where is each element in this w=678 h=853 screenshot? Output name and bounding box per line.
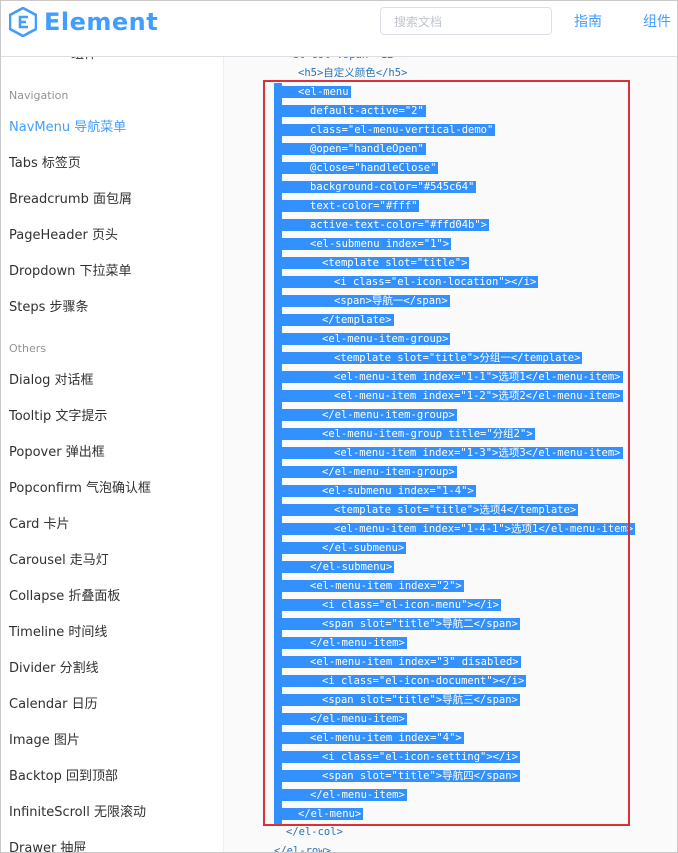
code-line-selected: default-active="2" [274, 102, 426, 121]
code-line-selected: <el-menu-item-group> [274, 330, 451, 349]
code-line-selected: <template slot="title"> [274, 254, 470, 273]
element-logo-icon [9, 7, 37, 37]
sidebar-item-tooltip[interactable]: Tooltip 文字提示 [9, 405, 107, 424]
code-line-selected: </el-menu-item> [274, 710, 407, 729]
sidebar-item-steps[interactable]: Steps 步骤条 [9, 296, 89, 315]
sidebar-item-carousel[interactable]: Carousel 走马灯 [9, 549, 109, 568]
sidebar-item-dialog[interactable]: Dialog 对话框 [9, 369, 94, 388]
top-navbar: Element 搜索文档 指南 组件 [1, 1, 677, 57]
sidebar-item-calendar[interactable]: Calendar 日历 [9, 693, 98, 712]
code-line-selected: </el-submenu> [274, 558, 395, 577]
logo[interactable]: Element [9, 5, 158, 39]
code-line-close-row: </el-row> [274, 845, 331, 853]
sidebar-scrollbar-track[interactable] [223, 57, 252, 852]
code-line-selected: @close="handleClose" [274, 159, 439, 178]
code-line-selected: <template slot="title">分组一</template> [274, 349, 583, 368]
sidebar-item-drawer[interactable]: Drawer 抽屉 [9, 837, 86, 852]
sidebar-item-tabs[interactable]: Tabs 标签页 [9, 152, 81, 171]
search-input[interactable]: 搜索文档 [380, 7, 552, 35]
code-line-selected: </el-menu-item> [274, 634, 407, 653]
sidebar-item-infinitescroll[interactable]: InfiniteScroll 无限滚动 [9, 801, 146, 820]
code-line-selected: </el-menu> [274, 805, 364, 824]
code-line-selected: <el-menu-item index="4"> [274, 729, 464, 748]
sidebar-item-navmenu[interactable]: NavMenu 导航菜单 [9, 116, 126, 135]
sidebar-group-others: Others [9, 342, 46, 355]
code-line-selected: </el-menu-item-group> [274, 406, 457, 425]
code-line-selected: <el-submenu index="1-4"> [274, 482, 476, 501]
sidebar-item-popover[interactable]: Popover 弹出框 [9, 441, 105, 460]
sidebar-item-breadcrumb[interactable]: Breadcrumb 面包屑 [9, 188, 132, 207]
code-block[interactable]: <el-col :span="12"> <h5>自定义颜色</h5> <el-m… [252, 57, 677, 853]
code-line-selected: @open="handleOpen" [274, 140, 426, 159]
code-line-selected: <el-menu [274, 83, 351, 102]
code-line-selected: <el-menu-item index="1-3">选项3</el-menu-i… [274, 444, 623, 463]
code-line-selected: <template slot="title">选项4</template> [274, 501, 579, 520]
code-line-selected: <span slot="title">导航二</span> [274, 615, 520, 634]
code-line-selected: active-text-color="#ffd04b"> [274, 216, 490, 235]
code-line-selected: <el-menu-item index="3" disabled> [274, 653, 521, 672]
code-line-selected: <i class="el-icon-document"></i> [274, 672, 527, 691]
code-line-selected: background-color="#545c64" [274, 178, 477, 197]
sidebar-item-divider[interactable]: Divider 分割线 [9, 657, 99, 676]
code-line-selected: </template> [274, 311, 394, 330]
code-line-selected: <span slot="title">导航四</span> [274, 767, 520, 786]
code-line-selected: <i class="el-icon-menu"></i> [274, 596, 502, 615]
code-line-selected: <el-menu-item index="1-1">选项1</el-menu-i… [274, 368, 623, 387]
sidebar-group-navigation: Navigation [9, 89, 69, 102]
code-line-selected: </el-submenu> [274, 539, 407, 558]
sidebar-item-image[interactable]: Image 图片 [9, 729, 80, 748]
code-line-selected: text-color="#fff" [274, 197, 420, 216]
sidebar-item-backtop[interactable]: Backtop 回到顶部 [9, 765, 118, 784]
code-line-close-col: </el-col> [286, 826, 343, 838]
code-line-selected: </el-menu-item-group> [274, 463, 457, 482]
code-line-selected: <el-menu-item index="1-4-1">选项1</el-menu… [274, 520, 636, 539]
app-window: Element 搜索文档 指南 组件 组件 Navigation NavMenu… [0, 0, 678, 853]
nav-component-link[interactable]: 组件 [643, 11, 671, 31]
code-line-selected: <span slot="title">导航三</span> [274, 691, 520, 710]
code-line-selected: <el-menu-item index="2"> [274, 577, 464, 596]
sidebar-item-card[interactable]: Card 卡片 [9, 513, 70, 532]
sidebar: 组件 Navigation NavMenu 导航菜单 Tabs 标签页 Brea… [1, 53, 223, 852]
logo-text: Element [44, 8, 159, 36]
code-line-selected: <el-menu-item-group title="分组2"> [274, 425, 535, 444]
code-line-selected: <el-submenu index="1"> [274, 235, 452, 254]
code-line-selected: </el-menu-item> [274, 786, 407, 805]
sidebar-item-timeline[interactable]: Timeline 时间线 [9, 621, 107, 640]
code-line-selected: <span>导航一</span> [274, 292, 450, 311]
code-line-selected: <i class="el-icon-location"></i> [274, 273, 539, 292]
code-line-heading: <h5>自定义颜色</h5> [298, 67, 408, 79]
sidebar-item-collapse[interactable]: Collapse 折叠面板 [9, 585, 120, 604]
code-line-selected: <el-menu-item index="1-2">选项2</el-menu-i… [274, 387, 623, 406]
sidebar-item-pageheader[interactable]: PageHeader 页头 [9, 224, 118, 243]
code-line-selected: class="el-menu-vertical-demo" [274, 121, 496, 140]
sidebar-item-dropdown[interactable]: Dropdown 下拉菜单 [9, 260, 132, 279]
sidebar-item-popconfirm[interactable]: Popconfirm 气泡确认框 [9, 477, 151, 496]
code-line-selected: <i class="el-icon-setting"></i> [274, 748, 520, 767]
nav-guide-link[interactable]: 指南 [574, 11, 602, 31]
